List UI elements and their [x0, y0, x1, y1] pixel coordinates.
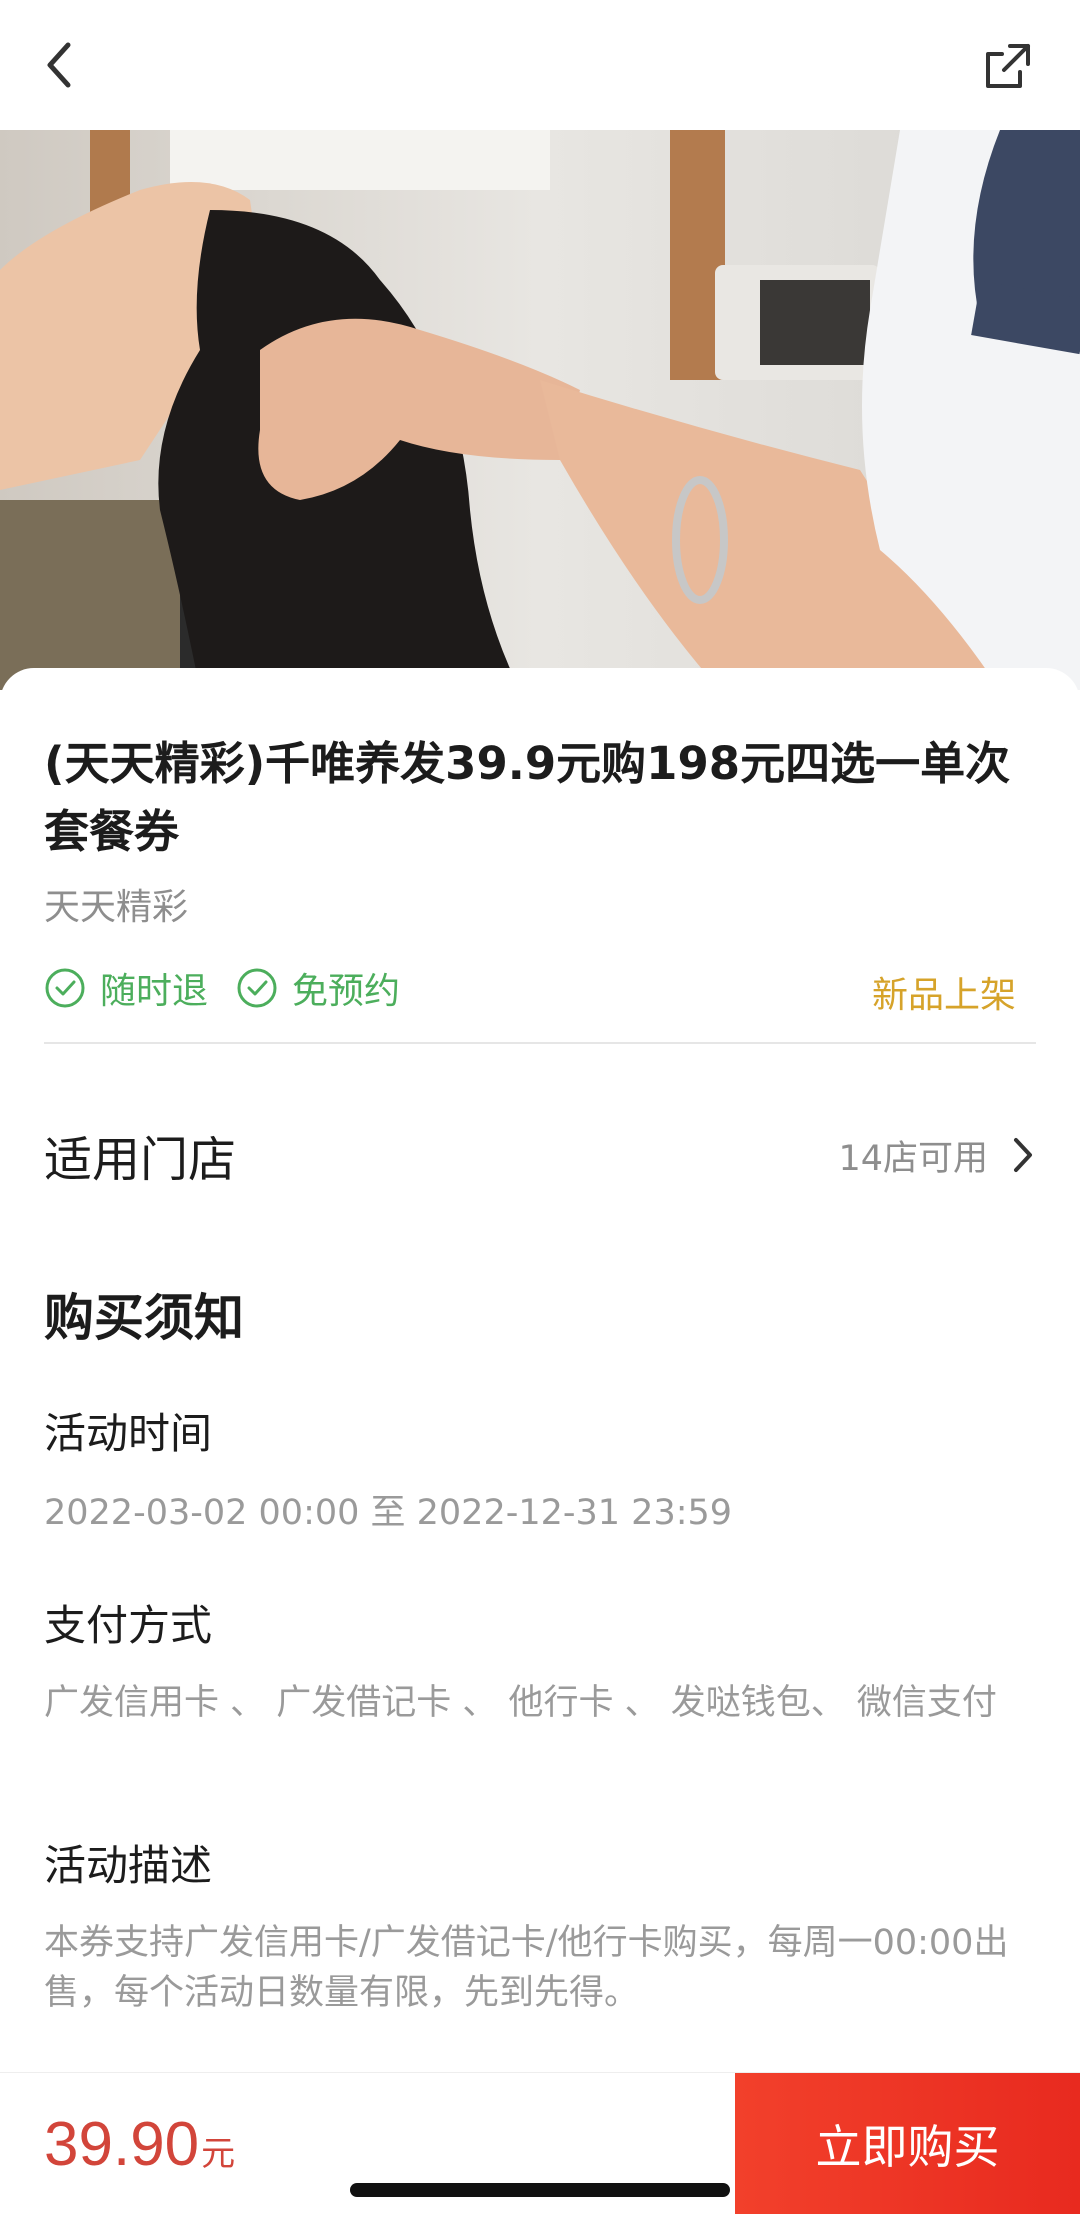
price: 39.90 元 — [44, 2109, 235, 2180]
buy-now-label: 立即购买 — [815, 2120, 1000, 2174]
payment-method-label: 支付方式 — [44, 1601, 213, 1650]
activity-time-label: 活动时间 — [44, 1409, 213, 1458]
price-amount: 39.90 — [44, 2110, 200, 2179]
check-circle-icon — [237, 968, 277, 1008]
home-indicator[interactable] — [350, 2183, 730, 2197]
stores-link[interactable]: 14店可用 — [838, 1130, 1036, 1181]
chevron-left-icon — [47, 42, 71, 88]
hero-image — [0, 130, 1080, 690]
activity-description-label: 活动描述 — [44, 1841, 213, 1890]
merchant-name: 天天精彩 — [44, 887, 189, 928]
chevron-right-icon — [1014, 1138, 1032, 1172]
applicable-stores-row[interactable]: 适用门店 14店可用 — [44, 1120, 1036, 1190]
activity-time-value: 2022-03-02 00:00 至 2022-12-31 23:59 — [44, 1493, 733, 1533]
check-circle-icon — [45, 968, 85, 1008]
stores-count: 14店可用 — [838, 1138, 988, 1179]
payment-method-value: 广发信用卡 、 广发借记卡 、 他行卡 、 发哒钱包、 微信支付 — [44, 1683, 997, 1723]
service-tags: 随时退 免预约 新品上架 — [44, 960, 1036, 1016]
top-nav-bar — [0, 0, 1080, 130]
content-sheet: (天天精彩)千唯养发39.9元购198元四选一单次套餐券 天天精彩 随时退 免预… — [0, 668, 1080, 2073]
scalp-massage-photo — [0, 130, 1080, 690]
tag-label: 随时退 — [100, 971, 209, 1012]
price-unit: 元 — [201, 2134, 236, 2174]
activity-description-value: 本券支持广发信用卡/广发借记卡/他行卡购买，每周一00:00出售，每个活动日数量… — [44, 1923, 1009, 2013]
share-button[interactable] — [976, 34, 1040, 98]
new-arrival-badge: 新品上架 — [871, 975, 1016, 1016]
tag-refund-anytime: 随时退 — [44, 962, 208, 1014]
product-title: (天天精彩)千唯养发39.9元购198元四选一单次套餐券 — [44, 737, 1011, 858]
stores-title: 适用门店 — [44, 1132, 237, 1188]
tag-label: 免预约 — [292, 971, 401, 1012]
purchase-notice-title: 购买须知 — [44, 1289, 244, 1347]
back-button[interactable] — [28, 30, 92, 100]
buy-now-button[interactable]: 立即购买 — [735, 2073, 1080, 2214]
share-external-icon — [986, 44, 1030, 88]
tag-no-reservation: 免预约 — [236, 962, 400, 1014]
divider — [44, 1042, 1036, 1044]
bottom-purchase-bar: 39.90 元 立即购买 — [0, 2072, 1080, 2214]
